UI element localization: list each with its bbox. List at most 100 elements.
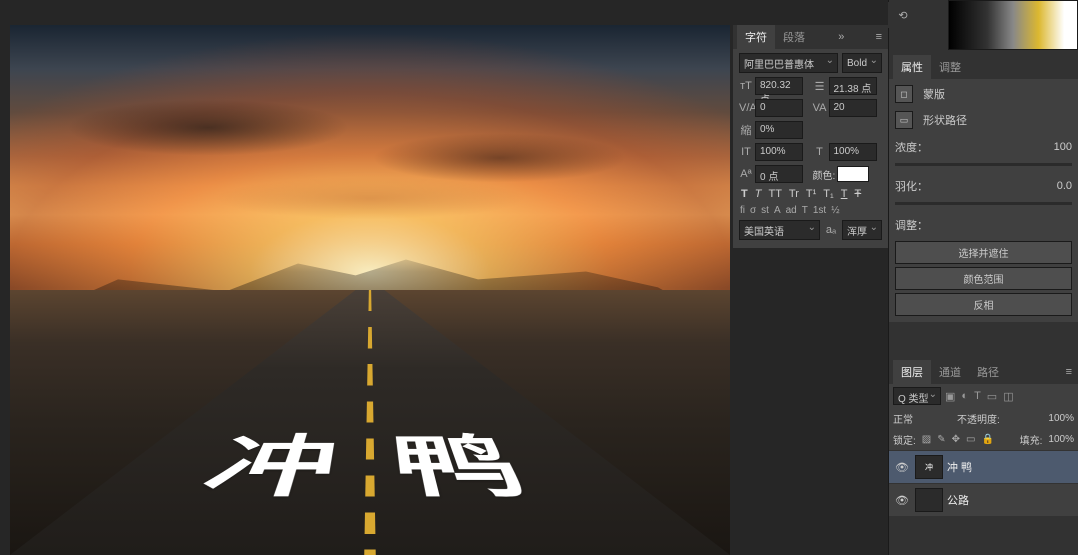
bold-button[interactable]: T [739, 187, 750, 201]
density-slider[interactable] [895, 163, 1072, 166]
tracking-icon: VA [813, 102, 827, 114]
tab-paths[interactable]: 路径 [969, 360, 1007, 384]
kerning-icon: V/A [739, 102, 753, 114]
tab-adjustments[interactable]: 调整 [931, 55, 969, 79]
path-thumb-icon[interactable]: ▭ [895, 111, 913, 129]
lock-fill-row: 锁定: ▨ ✎ ✥ ▭ 🔒 填充: 100% [889, 429, 1078, 450]
right-docked-icons: ⟲ [888, 2, 914, 28]
titling-button[interactable]: T [801, 204, 809, 217]
subscript-button[interactable]: T₁ [821, 187, 835, 201]
properties-panel-container: 属性 调整 ◻ 蒙版 ▭ 形状路径 浓度： 100 羽化： 0.0 调 [889, 55, 1078, 322]
allcaps-button[interactable]: TT [766, 187, 783, 201]
refine-label: 调整： [895, 217, 935, 233]
kerning-input[interactable]: 0 [755, 99, 803, 117]
ordinals-button[interactable]: 1st [812, 204, 827, 217]
tab-layers[interactable]: 图层 [893, 360, 931, 384]
properties-tabs: 属性 调整 [889, 55, 1078, 79]
opacity-value[interactable]: 100% [1048, 413, 1074, 424]
leading-icon: ☰ [813, 80, 827, 93]
swash-button[interactable]: A [773, 204, 782, 217]
antialias-select[interactable]: 浑厚 [842, 220, 882, 240]
aa-icon: aₐ [824, 224, 838, 236]
filter-adjust-icon[interactable]: ◐ [959, 390, 970, 402]
smallcaps-button[interactable]: Tr [787, 187, 801, 201]
language-select[interactable]: 美国英语 [739, 220, 820, 240]
layers-tabs: 图层 通道 路径 ≡ [889, 360, 1078, 384]
filter-kind-select[interactable]: Q 类型 [893, 387, 941, 405]
opacity-label: 不透明度: [957, 411, 1000, 426]
feather-value: 0.0 [941, 180, 1072, 192]
layers-menu-icon[interactable]: ≡ [1060, 366, 1078, 378]
stylistic-button[interactable]: ad [785, 204, 798, 217]
layer-name[interactable]: 公路 [947, 492, 1074, 508]
invert-button[interactable]: 反相 [895, 293, 1072, 316]
layers-filter-toolbar: Q 类型 ▣ ◐ T ▭ ◫ [889, 384, 1078, 408]
font-size-input[interactable]: 820.32 点 [755, 77, 803, 95]
layer-thumbnail[interactable]: 冲 [915, 455, 943, 479]
canvas-area[interactable]: 冲 鸭 [10, 25, 730, 555]
tab-properties[interactable]: 属性 [893, 55, 931, 79]
filter-smart-icon[interactable]: ◫ [1001, 390, 1015, 403]
baseline-input[interactable]: 0 点 [755, 165, 803, 183]
hscale-icon: IT [739, 146, 753, 158]
filter-shape-icon[interactable]: ▭ [985, 390, 999, 403]
lock-artboard-icon[interactable]: ▭ [966, 434, 975, 445]
tracking-input[interactable]: 20 [829, 99, 877, 117]
color-label: 颜色: [813, 167, 836, 182]
right-panels: 属性 调整 ◻ 蒙版 ▭ 形状路径 浓度： 100 羽化： 0.0 调 [888, 0, 1078, 555]
layer-name[interactable]: 冲 鸭 [947, 459, 1074, 475]
layer-row-text[interactable]: 👁 冲 冲 鸭 [889, 450, 1078, 483]
vscale-input[interactable]: 0% [755, 121, 803, 139]
character-panel-container: 字符 段落 » ≡ 阿里巴巴普惠体 Bold тT820.32 点 ☰21.38… [733, 25, 888, 248]
panel-menu-icon[interactable]: ≡ [870, 31, 888, 43]
discretionary-button[interactable]: st [760, 204, 770, 217]
gradient-preview[interactable] [948, 0, 1078, 50]
lock-label: 锁定: [893, 432, 916, 447]
font-size-icon: тT [739, 80, 753, 92]
character-panel-tabs: 字符 段落 » ≡ [733, 25, 888, 49]
fill-value[interactable]: 100% [1048, 434, 1074, 445]
lock-trans-icon[interactable]: ▨ [922, 434, 931, 445]
baseline-icon: Aª [739, 168, 753, 180]
lock-image-icon[interactable]: ✎ [937, 434, 945, 445]
layer-thumbnail[interactable] [915, 488, 943, 512]
mask-thumb-icon[interactable]: ◻ [895, 85, 913, 103]
tab-channels[interactable]: 通道 [931, 360, 969, 384]
filter-pixel-icon[interactable]: ▣ [943, 390, 957, 403]
color-range-button[interactable]: 颜色范围 [895, 267, 1072, 290]
tab-character[interactable]: 字符 [737, 25, 775, 49]
leading-input[interactable]: 21.38 点 [829, 77, 877, 95]
font-family-select[interactable]: 阿里巴巴普惠体 [739, 53, 838, 73]
history-icon[interactable]: ⟲ [888, 2, 918, 28]
strike-button[interactable]: Ŧ [852, 187, 863, 201]
text-layer[interactable]: 冲 鸭 [182, 419, 558, 515]
tab-paragraph[interactable]: 段落 [775, 25, 813, 49]
filter-type-icon[interactable]: T [972, 390, 983, 402]
properties-body: ◻ 蒙版 ▭ 形状路径 浓度： 100 羽化： 0.0 调整： 选择并遮住 颜色… [889, 79, 1078, 322]
ligature-button[interactable]: fi [739, 204, 746, 217]
color-swatch[interactable] [837, 166, 869, 182]
italic-button[interactable]: T [753, 187, 764, 201]
clouds [46, 67, 694, 268]
font-style-select[interactable]: Bold [842, 53, 882, 73]
hscale-h-input[interactable]: 100% [829, 143, 877, 161]
lock-all-icon[interactable]: 🔒 [981, 434, 993, 445]
lock-pos-icon[interactable]: ✥ [952, 434, 960, 445]
select-and-mask-button[interactable]: 选择并遮住 [895, 241, 1072, 264]
feather-slider[interactable] [895, 202, 1072, 205]
layer-row-background[interactable]: 👁 公路 [889, 483, 1078, 516]
type-style-buttons: T T TT Tr T¹ T₁ T Ŧ [739, 187, 882, 201]
superscript-button[interactable]: T¹ [804, 187, 818, 201]
collapse-icon[interactable]: » [832, 31, 850, 43]
underline-button[interactable]: T [839, 187, 850, 201]
contextual-button[interactable]: σ [749, 204, 757, 217]
density-value: 100 [941, 141, 1072, 153]
hscale-v-input[interactable]: 100% [755, 143, 803, 161]
visibility-toggle-icon[interactable]: 👁 [893, 461, 911, 474]
fill-label: 填充: [1020, 432, 1043, 447]
fractions-button[interactable]: ½ [830, 204, 840, 217]
visibility-toggle-icon[interactable]: 👁 [893, 494, 911, 507]
shape-path-label: 形状路径 [923, 112, 967, 128]
hscale-t-icon: T [813, 146, 827, 158]
blend-mode-select[interactable]: 正常 [893, 411, 953, 426]
